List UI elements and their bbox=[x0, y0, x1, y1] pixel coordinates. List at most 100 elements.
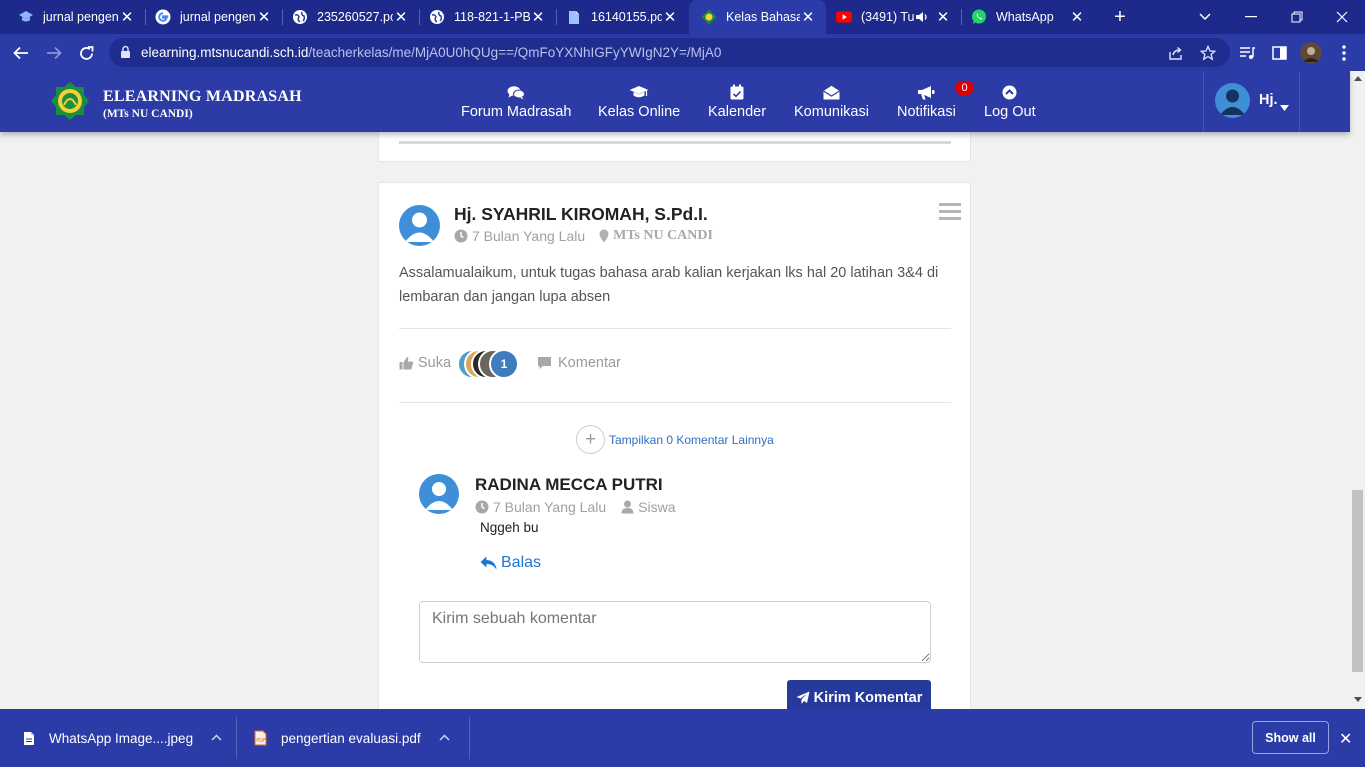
scroll-up-arrow-icon[interactable] bbox=[1354, 76, 1362, 81]
post-card: Hj. SYAHRIL KIROMAH, S.Pd.I. 7 Bulan Yan… bbox=[378, 182, 971, 722]
file-icon bbox=[566, 9, 582, 25]
close-icon[interactable]: ✕ bbox=[800, 9, 816, 26]
user-icon bbox=[621, 500, 634, 514]
tab-title: Kelas Bahasa bbox=[726, 10, 800, 24]
madrasah-logo[interactable] bbox=[50, 81, 90, 121]
google-icon bbox=[155, 9, 171, 25]
user-menu[interactable]: Hj. bbox=[1203, 71, 1300, 132]
close-icon[interactable]: ✕ bbox=[256, 9, 272, 26]
graduation-cap-icon bbox=[629, 83, 649, 101]
pdf-icon: PDF bbox=[254, 730, 267, 746]
browser-tab-1[interactable]: jurnal pengen ✕ bbox=[0, 0, 145, 34]
side-panel-icon[interactable] bbox=[1268, 42, 1290, 64]
browser-tab-7[interactable]: (3491) Tu ✕ bbox=[826, 0, 961, 34]
whatsapp-icon bbox=[971, 9, 987, 25]
browser-tab-3[interactable]: 235260527.pc ✕ bbox=[274, 0, 419, 34]
plus-icon: + bbox=[576, 425, 605, 454]
tab-title: jurnal pengen bbox=[180, 10, 256, 24]
browser-tab-strip: jurnal pengen ✕ jurnal pengen ✕ 23526052… bbox=[0, 0, 1365, 34]
nav-label: Forum Madrasah bbox=[461, 104, 572, 120]
author-avatar-icon bbox=[399, 205, 440, 246]
bookmark-star-icon[interactable] bbox=[1199, 44, 1217, 62]
nav-log-out[interactable]: Log Out bbox=[984, 83, 1036, 120]
comment-label: Komentar bbox=[558, 355, 621, 371]
browser-tab-6-active[interactable]: Kelas Bahasa ✕ bbox=[689, 0, 826, 34]
close-icon[interactable]: ✕ bbox=[662, 9, 678, 26]
tab-title: 16140155.pdf bbox=[591, 10, 662, 24]
bullhorn-icon bbox=[917, 83, 935, 101]
like-count: 1 bbox=[489, 349, 519, 379]
downloads-bar: WhatsApp Image....jpeg PDF pengertian ev… bbox=[0, 709, 1365, 767]
divider bbox=[469, 717, 470, 759]
media-queue-icon[interactable] bbox=[1236, 42, 1258, 64]
page-scrollbar[interactable] bbox=[1350, 71, 1365, 709]
browser-tab-8[interactable]: WhatsApp ✕ bbox=[953, 0, 1095, 34]
close-icon[interactable]: ✕ bbox=[935, 9, 951, 26]
post-location: MTs NU CANDI bbox=[613, 228, 713, 243]
comment-author[interactable]: RADINA MECCA PUTRI bbox=[475, 475, 663, 495]
brand-subtitle: (MTs NU CANDI) bbox=[103, 108, 193, 120]
comment-text: Nggeh bu bbox=[480, 520, 539, 535]
speaker-icon[interactable] bbox=[915, 11, 929, 23]
close-icon[interactable]: ✕ bbox=[119, 9, 135, 26]
scroll-down-arrow-icon[interactable] bbox=[1354, 697, 1362, 702]
kebab-menu-icon[interactable] bbox=[1333, 42, 1355, 64]
profile-avatar-icon[interactable] bbox=[1300, 42, 1322, 64]
comment-icon bbox=[537, 356, 552, 370]
nav-kelas-online[interactable]: Kelas Online bbox=[598, 83, 680, 120]
scrollbar-thumb[interactable] bbox=[1352, 490, 1363, 672]
reply-label: Balas bbox=[501, 554, 542, 571]
post-body: Assalamualaikum, untuk tugas bahasa arab… bbox=[399, 265, 939, 305]
browser-tab-2[interactable]: jurnal pengen ✕ bbox=[137, 0, 282, 34]
show-more-comments-button[interactable]: + Tampilkan 0 Komentar Lainnya bbox=[576, 425, 774, 454]
divider bbox=[399, 328, 951, 329]
forward-arrow-icon[interactable] bbox=[41, 40, 67, 66]
lock-icon[interactable] bbox=[120, 45, 131, 64]
close-icon[interactable]: ✕ bbox=[393, 9, 409, 26]
nav-forum-madrasah[interactable]: Forum Madrasah bbox=[461, 83, 571, 120]
chevron-up-circle-icon bbox=[1002, 83, 1017, 101]
nav-kalender[interactable]: Kalender bbox=[708, 83, 766, 120]
tab-title: (3491) Tu bbox=[861, 10, 915, 24]
reload-icon[interactable] bbox=[73, 40, 99, 66]
close-downloads-icon[interactable]: ✕ bbox=[1339, 729, 1352, 749]
back-arrow-icon[interactable] bbox=[8, 40, 34, 66]
tab-search-chevron-icon[interactable] bbox=[1182, 0, 1228, 34]
restore-icon[interactable] bbox=[1274, 0, 1320, 34]
nav-notifikasi[interactable]: Notifikasi bbox=[897, 83, 956, 120]
user-avatar-icon bbox=[1215, 83, 1250, 118]
tab-title: 118-821-1-PB bbox=[454, 10, 530, 24]
clock-icon bbox=[475, 500, 489, 514]
close-icon[interactable]: ✕ bbox=[530, 9, 546, 26]
close-icon[interactable]: ✕ bbox=[1069, 9, 1085, 26]
envelope-open-icon bbox=[823, 83, 840, 101]
like-button[interactable]: Suka bbox=[399, 355, 451, 371]
chevron-up-icon[interactable] bbox=[211, 732, 222, 744]
nav-label: Kalender bbox=[708, 104, 767, 120]
download-item-2[interactable]: PDF pengertian evaluasi.pdf bbox=[254, 709, 450, 767]
comment-button[interactable]: Komentar bbox=[537, 355, 621, 371]
like-label: Suka bbox=[418, 355, 452, 371]
calendar-icon bbox=[730, 83, 744, 101]
tab-title: 235260527.pc bbox=[317, 10, 393, 24]
show-all-downloads-button[interactable]: Show all bbox=[1252, 721, 1329, 754]
browser-tab-5[interactable]: 16140155.pdf ✕ bbox=[548, 0, 688, 34]
address-bar[interactable]: elearning.mtsnucandi.sch.id/teacherkelas… bbox=[109, 38, 1230, 67]
minimize-icon[interactable] bbox=[1228, 0, 1274, 34]
share-icon[interactable] bbox=[1167, 44, 1185, 62]
comment-input[interactable] bbox=[419, 601, 931, 663]
close-window-icon[interactable] bbox=[1319, 0, 1365, 34]
post-options-menu-icon[interactable] bbox=[939, 203, 961, 221]
nav-komunikasi[interactable]: Komunikasi bbox=[794, 83, 869, 120]
site-header: ELEARNING MADRASAH (MTs NU CANDI) Forum … bbox=[0, 71, 1350, 132]
map-marker-icon bbox=[599, 229, 609, 243]
download-item-1[interactable]: WhatsApp Image....jpeg bbox=[23, 709, 222, 767]
new-tab-plus-icon[interactable]: + bbox=[1109, 6, 1131, 28]
chevron-up-icon[interactable] bbox=[439, 732, 450, 744]
likers-avatar-stack[interactable]: 1 bbox=[457, 349, 521, 379]
reply-button[interactable]: Balas bbox=[480, 554, 541, 572]
browser-tab-4[interactable]: 118-821-1-PB ✕ bbox=[411, 0, 556, 34]
paper-plane-icon bbox=[796, 691, 810, 705]
post-author[interactable]: Hj. SYAHRIL KIROMAH, S.Pd.I. bbox=[454, 204, 708, 225]
brand-title[interactable]: ELEARNING MADRASAH bbox=[103, 88, 302, 106]
